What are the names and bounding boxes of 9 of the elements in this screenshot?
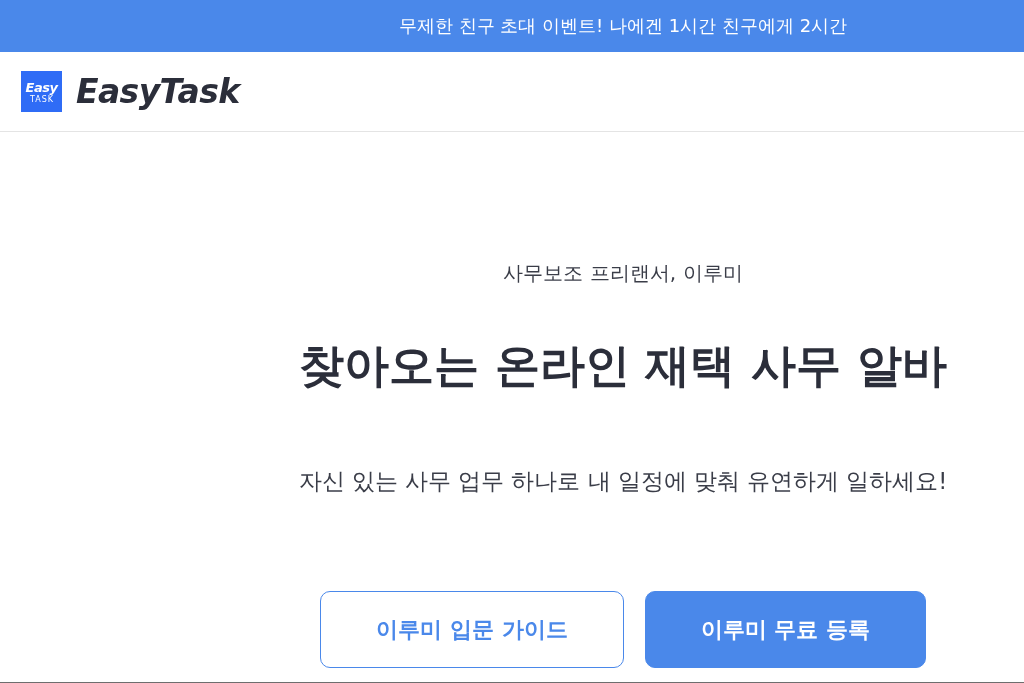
banner-text: 무제한 친구 초대 이벤트! 나에겐 1시간 친구에게 2시간: [398, 14, 848, 38]
logo-badge-subtitle: TASK: [29, 94, 55, 105]
register-button[interactable]: 이루미 무료 등록: [645, 591, 926, 668]
logo-wordmark[interactable]: EasyTask: [76, 70, 240, 113]
guide-button[interactable]: 이루미 입문 가이드: [320, 591, 624, 668]
hero-eyebrow: 사무보조 프리랜서, 이루미: [503, 260, 743, 287]
hero-title: 찾아오는 온라인 재택 사무 알바: [299, 338, 947, 394]
logo-badge-title: Easy: [25, 80, 58, 95]
hero-description: 자신 있는 사무 업무 하나로 내 일정에 맞춰 유연하게 일하세요!: [298, 467, 948, 496]
